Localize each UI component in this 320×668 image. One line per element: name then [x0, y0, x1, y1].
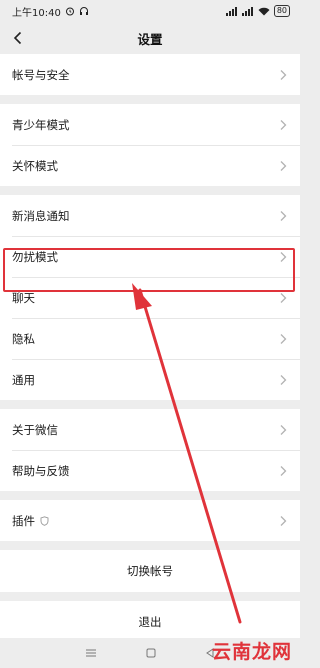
chevron-right-icon: [280, 292, 287, 303]
settings-item-label: 通用: [12, 372, 35, 387]
settings-item-label: 新消息通知: [12, 208, 70, 223]
chevron-right-icon: [280, 424, 287, 435]
signal-icon: [225, 6, 237, 16]
settings-item[interactable]: 关于微信: [0, 409, 300, 450]
switch-account-label: 切换帐号: [127, 564, 173, 578]
chevron-right-icon: [280, 251, 287, 262]
settings-item[interactable]: 通用: [0, 359, 300, 400]
chevron-right-icon: [280, 160, 287, 171]
back-button[interactable]: [6, 22, 30, 54]
nav-bar: 设置: [0, 22, 300, 54]
settings-group: 插件: [0, 500, 300, 541]
settings-item-label: 勿扰模式: [12, 249, 58, 264]
chevron-right-icon: [280, 210, 287, 221]
menu-icon[interactable]: [85, 648, 97, 658]
settings-item-label: 隐私: [12, 331, 35, 346]
status-time: 上午10:40: [12, 7, 61, 19]
settings-item-label: 插件: [12, 513, 35, 528]
settings-item[interactable]: 帐号与安全: [0, 54, 300, 95]
settings-item[interactable]: 插件: [0, 500, 300, 541]
shield-icon: [40, 515, 49, 526]
chevron-right-icon: [280, 119, 287, 130]
settings-group: 帐号与安全: [0, 54, 300, 95]
chevron-right-icon: [280, 465, 287, 476]
chevron-right-icon: [280, 374, 287, 385]
chevron-right-icon: [280, 333, 287, 344]
settings-list: 帐号与安全青少年模式关怀模式新消息通知勿扰模式聊天隐私通用关于微信帮助与反馈插件: [0, 54, 300, 541]
settings-item[interactable]: 勿扰模式: [0, 236, 300, 277]
switch-account-button[interactable]: 切换帐号: [0, 550, 300, 592]
settings-item[interactable]: 青少年模式: [0, 104, 300, 145]
settings-item-label: 聊天: [12, 290, 35, 305]
alarm-icon: [65, 7, 74, 16]
settings-group: 关于微信 帮助与反馈: [0, 409, 300, 491]
watermark-logo: 云南龙网: [211, 641, 292, 663]
signal-icon-2: [241, 6, 253, 16]
settings-group: 青少年模式 关怀模式: [0, 104, 300, 186]
settings-item[interactable]: 聊天: [0, 277, 300, 318]
settings-item[interactable]: 帮助与反馈: [0, 450, 300, 491]
settings-group: 新消息通知勿扰模式聊天隐私通用: [0, 195, 300, 400]
settings-item[interactable]: 新消息通知: [0, 195, 300, 236]
chevron-right-icon: [280, 515, 287, 526]
settings-item[interactable]: 隐私: [0, 318, 300, 359]
headset-icon: [79, 7, 88, 15]
home-icon[interactable]: [146, 648, 156, 658]
status-bar: 上午10:40 80: [0, 0, 300, 22]
wifi-icon: [258, 7, 270, 15]
settings-item-label: 青少年模式: [12, 117, 70, 132]
chevron-right-icon: [280, 69, 287, 80]
settings-item-label: 帐号与安全: [12, 67, 70, 82]
settings-item-label: 关怀模式: [12, 158, 58, 173]
logout-label: 退出: [138, 615, 162, 629]
battery-indicator: 80: [273, 5, 290, 17]
chevron-left-icon: [13, 31, 22, 45]
settings-item-label: 关于微信: [12, 422, 58, 437]
settings-item-label: 帮助与反馈: [12, 463, 70, 478]
settings-item[interactable]: 关怀模式: [0, 145, 300, 186]
page-title: 设置: [137, 31, 163, 47]
